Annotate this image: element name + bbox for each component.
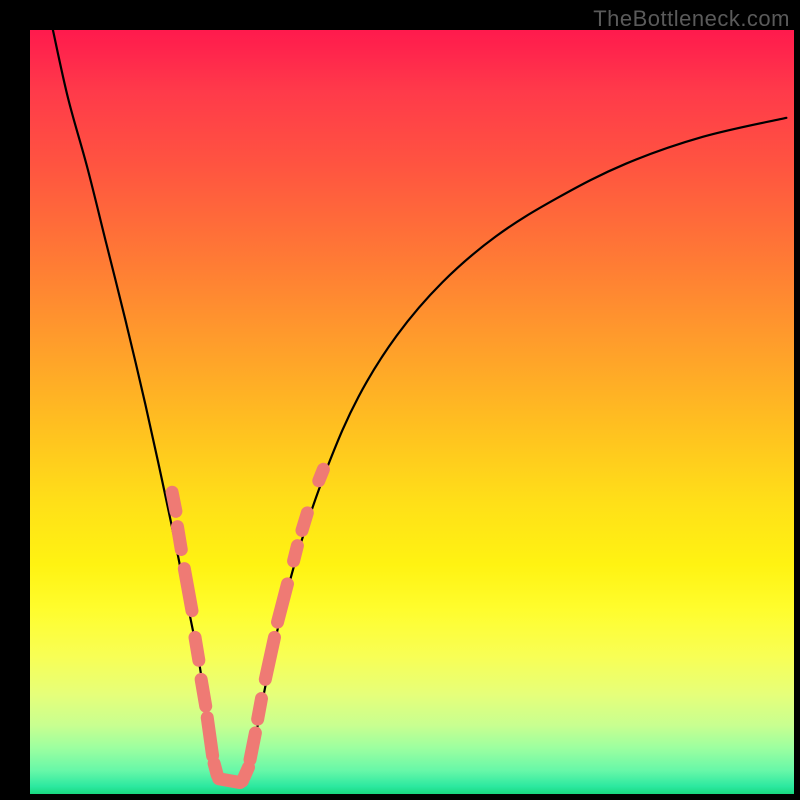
- marker-capsule: [302, 513, 307, 531]
- marker-capsule: [207, 718, 212, 756]
- marker-capsule: [172, 492, 176, 511]
- marker-capsule: [278, 584, 288, 622]
- marker-capsule: [265, 637, 274, 679]
- marker-capsule: [184, 569, 192, 611]
- marker-capsule: [294, 546, 298, 561]
- marker-capsule: [242, 767, 248, 781]
- chart-frame: TheBottleneck.com: [0, 0, 800, 800]
- marker-capsule: [195, 637, 199, 660]
- watermark-label: TheBottleneck.com: [593, 6, 790, 32]
- marker-capsule: [201, 679, 206, 706]
- marker-capsule: [258, 699, 262, 720]
- marker-capsule: [250, 733, 255, 760]
- marker-layer: [30, 30, 794, 794]
- plot-area: [30, 30, 794, 794]
- marker-capsule: [177, 527, 181, 550]
- marker-capsule: [319, 469, 324, 480]
